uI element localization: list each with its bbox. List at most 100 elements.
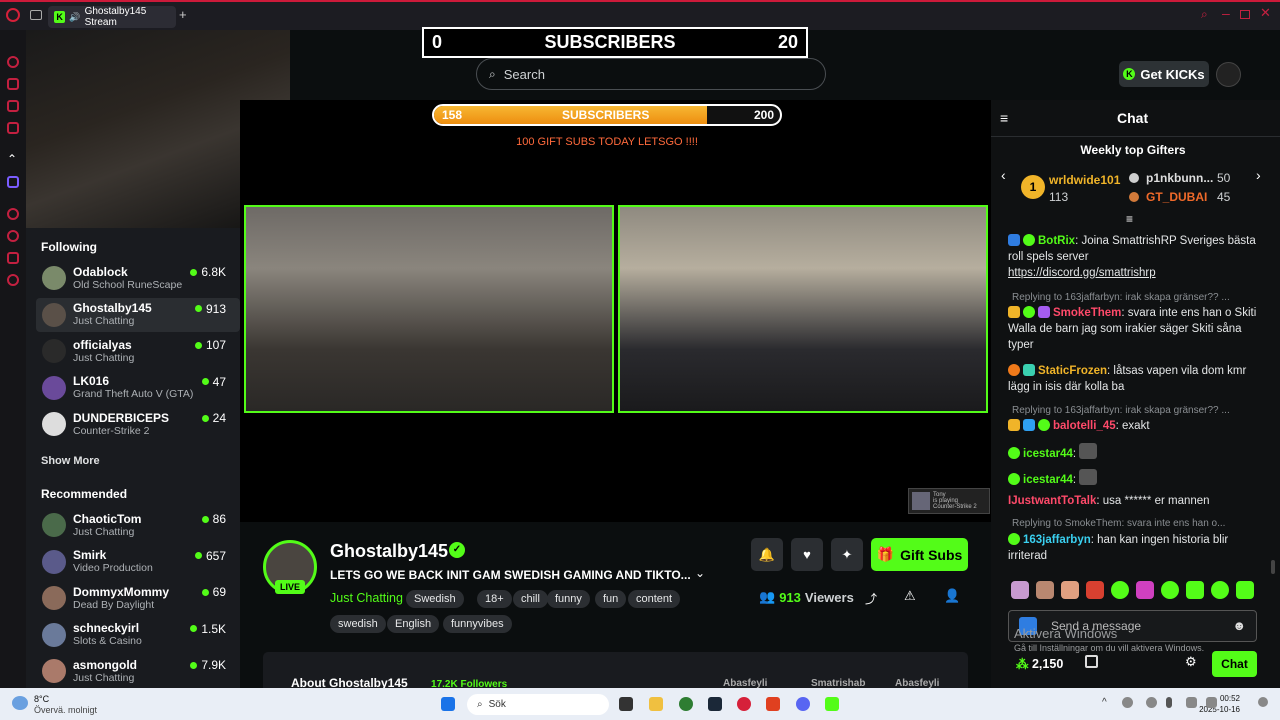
emote-icon[interactable] (1186, 581, 1204, 599)
chat-username[interactable]: IJustwantToTalk (1008, 495, 1096, 507)
volume-icon[interactable] (1206, 697, 1217, 708)
share-icon[interactable]: ⤴ (865, 590, 877, 607)
tag-chip[interactable]: 18+ (477, 590, 512, 608)
tab-island-icon[interactable] (30, 10, 42, 20)
emote-icon[interactable] (1211, 581, 1229, 599)
mail-icon[interactable] (7, 122, 19, 134)
notification-bell-button[interactable]: 🔔 (751, 538, 783, 571)
boost-button[interactable]: ✦ (831, 538, 863, 571)
chat-username[interactable]: balotelli_45 (1053, 420, 1116, 432)
chat-username[interactable]: SmokeThem (1053, 307, 1121, 319)
weather-icon[interactable] (12, 696, 28, 710)
gifter-name-1[interactable]: wrldwide101 (1049, 173, 1120, 187)
chevron-right-icon[interactable]: › (1256, 167, 1261, 183)
file-explorer-icon[interactable] (649, 697, 663, 711)
sidebar-channel-item[interactable]: schneckyirl Slots & Casino 1.5K (36, 618, 240, 652)
mic-icon[interactable] (1166, 697, 1172, 708)
tag-chip[interactable]: funny (547, 590, 590, 608)
new-tab-icon[interactable]: + (179, 7, 187, 22)
social-link-2[interactable]: Smatrishab (811, 678, 865, 688)
maximize-icon[interactable] (1240, 10, 1250, 19)
follow-button[interactable]: ♥ (791, 538, 823, 571)
tag-chip[interactable]: swedish (330, 615, 386, 633)
sidebar-channel-item[interactable]: Smirk Video Production 657 (36, 545, 240, 579)
notification-icon[interactable] (1258, 697, 1268, 707)
network-icon[interactable] (1186, 697, 1197, 708)
report-icon[interactable]: ⚠ (904, 588, 916, 604)
get-kicks-button[interactable]: K Get KICKs (1119, 61, 1209, 87)
app-icon[interactable] (766, 697, 780, 711)
emote-icon[interactable] (1036, 581, 1054, 599)
steam-icon[interactable] (708, 697, 722, 711)
sidebar-channel-item[interactable]: DUNDERBICEPS Counter-Strike 2 24 (36, 407, 240, 441)
sidebar-channel-item[interactable]: asmongold Just Chatting 7.9K (36, 654, 240, 688)
user-avatar[interactable] (1216, 62, 1241, 87)
category-link[interactable]: Just Chatting (330, 591, 403, 605)
emote-icon[interactable] (1161, 581, 1179, 599)
close-icon[interactable]: ✕ (1260, 5, 1271, 21)
sidebar-channel-item[interactable]: officialyas Just Chatting 107 (36, 334, 240, 368)
chevron-left-icon[interactable]: ‹ (1001, 167, 1006, 183)
show-more-link[interactable]: Show More (41, 455, 100, 467)
sidebar-channel-item[interactable]: ChaoticTom Just Chatting 86 (36, 508, 240, 542)
tag-chip[interactable]: chill (513, 590, 548, 608)
user-profile-icon[interactable]: 👤 (944, 588, 960, 604)
social-link-1[interactable]: Abasfeyli (723, 678, 767, 688)
gifter-name-2[interactable]: p1nkbunn... (1146, 171, 1213, 185)
emote-icon[interactable] (1236, 581, 1254, 599)
emoji-icon[interactable]: ☻ (1232, 611, 1246, 641)
chevron-down-icon[interactable]: ⌄ (695, 566, 705, 580)
search-input[interactable]: ⌕ Search (476, 58, 826, 90)
sidebar-channel-item[interactable]: Ghostalby145 Just Chatting 913 (36, 297, 240, 332)
messenger-icon[interactable] (7, 100, 19, 112)
gifter-name-3[interactable]: GT_DUBAI (1146, 190, 1207, 204)
calendar-icon[interactable] (1085, 655, 1098, 668)
tag-chip[interactable]: Swedish (406, 590, 464, 608)
gift-subs-button[interactable]: 🎁 Gift Subs (871, 538, 968, 571)
sidebar-channel-item[interactable]: DommyxMommy Dead By Daylight 69 (36, 581, 240, 615)
tag-chip[interactable]: content (628, 590, 681, 608)
minimize-icon[interactable]: – (1222, 5, 1230, 21)
player-icon[interactable] (7, 208, 19, 220)
browser-tab[interactable]: K 🔊 Ghostalby145 Stream (48, 6, 176, 28)
refresh-icon[interactable] (7, 56, 19, 68)
channel-name[interactable]: Ghostalby145 (330, 541, 448, 562)
extensions-icon[interactable] (7, 252, 19, 264)
tray-icon[interactable] (1122, 697, 1133, 708)
chat-scrollbar[interactable] (1271, 560, 1275, 574)
gear-icon[interactable]: ⚙ (1185, 654, 1197, 670)
xbox-icon[interactable] (679, 697, 693, 711)
discord-icon[interactable] (796, 697, 810, 711)
browser-search-icon[interactable]: ⌕ (1201, 7, 1208, 22)
emote-icon[interactable] (1011, 581, 1029, 599)
sidebar-channel-item[interactable]: Odablock Old School RuneScape 6.8K (36, 261, 240, 295)
tag-chip[interactable]: funnyvibes (443, 615, 512, 633)
emote-icon[interactable] (1061, 581, 1079, 599)
opera-taskbar-icon[interactable] (737, 697, 751, 711)
expand-icon[interactable]: ≡ (1126, 212, 1133, 226)
settings-icon[interactable] (7, 274, 19, 286)
task-view-icon[interactable] (619, 697, 633, 711)
chat-link[interactable]: https://discord.gg/smattrishrp (1008, 267, 1156, 279)
tray-chevron-icon[interactable]: ^ (1102, 697, 1107, 708)
opera-logo-icon[interactable] (6, 8, 20, 22)
twitch-icon[interactable] (7, 176, 19, 188)
chat-username[interactable]: BotRix (1038, 235, 1075, 247)
taskbar-search[interactable]: ⌕ Sök (467, 694, 609, 715)
emote-icon[interactable] (1086, 581, 1104, 599)
channel-points[interactable]: ⁂ 2,150 (1016, 656, 1063, 671)
emote-icon[interactable] (1111, 581, 1129, 599)
send-chat-button[interactable]: Chat (1212, 651, 1257, 677)
emote-icon[interactable] (1136, 581, 1154, 599)
chat-username[interactable]: 163jaffarbyn (1023, 534, 1091, 546)
social-link-3[interactable]: Abasfeyli (895, 678, 939, 688)
tag-chip[interactable]: English (387, 615, 440, 633)
kick-taskbar-icon[interactable] (825, 697, 839, 711)
kick-rail-icon[interactable]: ⌃ (7, 152, 17, 166)
sidebar-channel-item[interactable]: LK016 Grand Theft Auto V (GTA) 47 (36, 371, 240, 405)
chat-username[interactable]: icestar44 (1023, 474, 1073, 486)
collapse-chat-icon[interactable]: ≡ (1000, 110, 1008, 126)
tag-chip[interactable]: fun (595, 590, 627, 608)
aria-icon[interactable] (7, 78, 19, 90)
chat-username[interactable]: icestar44 (1023, 448, 1073, 460)
